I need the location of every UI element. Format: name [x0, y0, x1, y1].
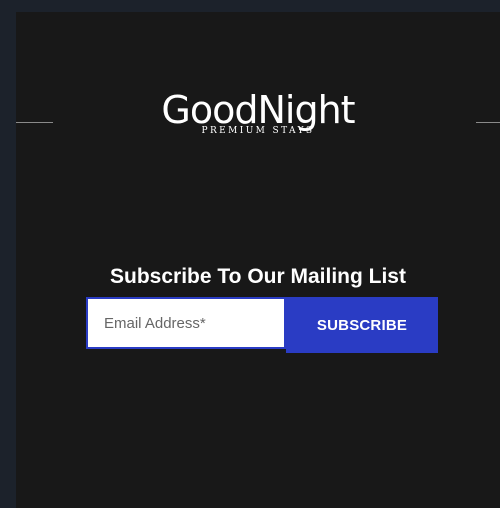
subscribe-button[interactable]: SUBSCRIBE [286, 297, 438, 353]
email-input[interactable] [86, 297, 286, 349]
page-frame: GoodNight PREMIUM STAYS Subscribe To Our… [0, 0, 500, 508]
brand-logo[interactable]: GoodNight PREMIUM STAYS [16, 88, 500, 136]
newsletter-form: SUBSCRIBE [86, 297, 442, 353]
footer-panel: GoodNight PREMIUM STAYS Subscribe To Our… [16, 12, 500, 508]
newsletter-heading: Subscribe To Our Mailing List [110, 265, 406, 288]
brand-tagline: PREMIUM STAYS [201, 126, 315, 136]
